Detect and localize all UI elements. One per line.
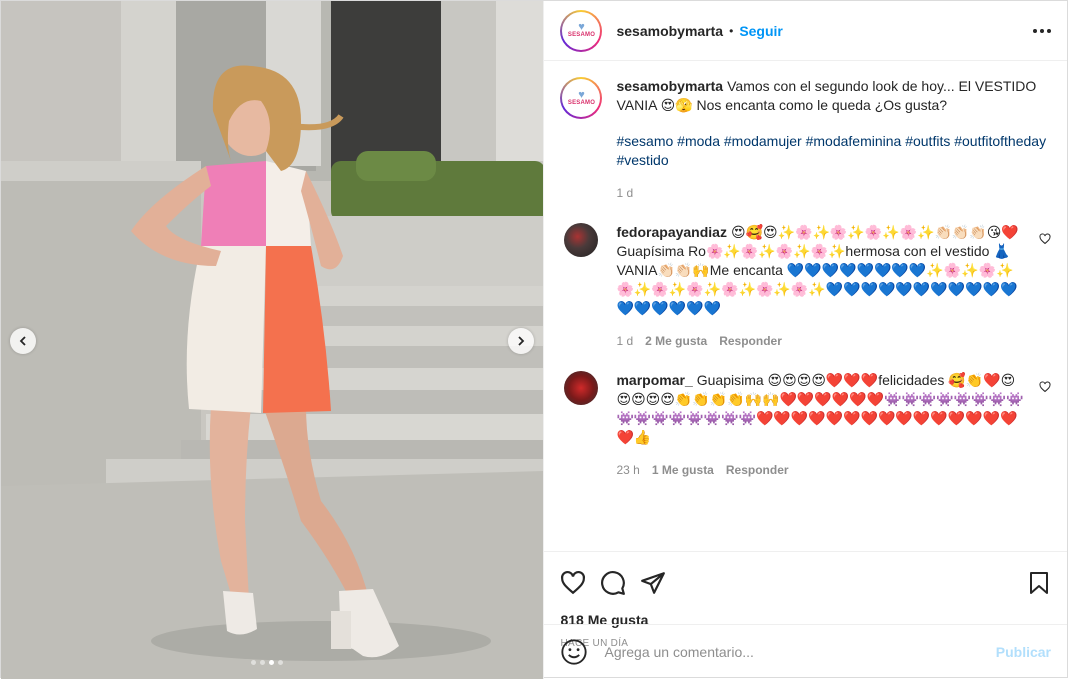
comment-likes[interactable]: 1 Me gusta [652,461,714,480]
comment-body: marpomar_ Guapisima 😍😍😍😍❤️❤️❤️felicidades… [616,371,1051,480]
avatar-logo: ♥ SESAMO [562,11,601,50]
carousel-prev-button[interactable] [10,328,36,354]
post-side-panel: ♥ SESAMO sesamobymarta • Seguir ♥ SESAMO [544,1,1067,679]
comment-body: fedorapayandiaz 😍🥰😍✨🌸✨🌸✨🌸✨🌸✨👏🏻👏🏻👏🏻😘❤️ Gua… [616,223,1051,351]
more-dot [1040,28,1044,33]
caption-hashtags[interactable]: #sesamo #moda #modamujer #modafeminina #… [616,132,1051,170]
avatar-brand: SESAMO [567,32,596,38]
caption-avatar[interactable]: ♥ SESAMO [560,77,603,119]
share-button[interactable] [640,563,680,603]
more-options-icon[interactable] [1033,21,1051,41]
instagram-post: ♥ SESAMO sesamobymarta • Seguir ♥ SESAMO [0,0,1068,679]
comment-input[interactable] [604,644,996,660]
comment-item: fedorapayandiaz 😍🥰😍✨🌸✨🌸✨🌸✨🌸✨👏🏻👏🏻👏🏻😘❤️ Gua… [560,223,1051,351]
heart-logo-icon: ♥ [578,88,585,101]
comment-likes[interactable]: 2 Me gusta [645,332,707,351]
smiley-icon[interactable] [560,638,588,666]
separator-bullet: • [729,23,734,38]
more-dot [1047,28,1051,33]
comment-meta: 1 d 2 Me gusta Responder [616,332,1029,351]
comment-like-icon[interactable] [1039,233,1051,245]
commenter-avatar[interactable] [564,371,599,405]
bookmark-icon [1030,572,1048,594]
more-dot [1033,28,1037,33]
post-header: ♥ SESAMO sesamobymarta • Seguir [544,1,1067,61]
carousel-dot [260,660,265,665]
caption-body: sesamobymarta Vamos con el segundo look d… [616,77,1051,203]
reply-button[interactable]: Responder [726,461,789,480]
carousel-next-button[interactable] [508,328,534,354]
paper-plane-icon [641,572,666,594]
chevron-right-icon [518,336,525,346]
comments-list[interactable]: ♥ SESAMO sesamobymarta Vamos con el segun… [544,61,1067,551]
comment-like-icon[interactable] [1039,381,1051,393]
post-photo[interactable] [1,1,545,679]
save-button[interactable] [1011,563,1051,603]
heart-logo-icon: ♥ [578,21,585,33]
comment-icon [601,571,626,595]
photo-scene [1,1,544,679]
comment-meta: 23 h 1 Me gusta Responder [616,461,1029,480]
avatar-logo: ♥ SESAMO [562,79,601,117]
caption-username[interactable]: sesamobymarta [616,78,723,94]
follow-button[interactable]: Seguir [739,23,783,39]
comment-button[interactable] [600,563,640,603]
author-username[interactable]: sesamobymarta [616,23,723,39]
caption-age[interactable]: 1 d [616,184,633,203]
like-button[interactable] [560,563,600,603]
comment-text-line: marpomar_ Guapisima 😍😍😍😍❤️❤️❤️felicidades… [616,371,1029,447]
comment-text-line: fedorapayandiaz 😍🥰😍✨🌸✨🌸✨🌸✨🌸✨👏🏻👏🏻👏🏻😘❤️ Gua… [616,223,1029,318]
chevron-left-icon [19,336,26,346]
reply-button[interactable]: Responder [719,332,782,351]
carousel-dot [251,660,256,665]
comment-composer: Publicar [544,624,1067,679]
carousel-indicator [251,660,283,665]
heart-icon [561,570,586,595]
commenter-avatar[interactable] [564,223,599,257]
comment-age[interactable]: 23 h [616,461,639,480]
action-icons [560,558,1051,608]
avatar-brand: SESAMO [567,99,596,106]
caption-meta: 1 d [616,184,1051,203]
carousel-dot-active [269,660,274,665]
comment-item: marpomar_ Guapisima 😍😍😍😍❤️❤️❤️felicidades… [560,371,1051,480]
caption: ♥ SESAMO sesamobymarta Vamos con el segun… [560,77,1051,203]
comment-age[interactable]: 1 d [616,332,633,351]
author-avatar[interactable]: ♥ SESAMO [560,9,603,52]
comment-username[interactable]: fedorapayandiaz [616,224,726,240]
carousel-dot [278,660,283,665]
publish-button[interactable]: Publicar [996,644,1051,660]
caption-text-line: sesamobymarta Vamos con el segundo look d… [616,77,1051,115]
comment-username[interactable]: marpomar_ [616,372,692,388]
